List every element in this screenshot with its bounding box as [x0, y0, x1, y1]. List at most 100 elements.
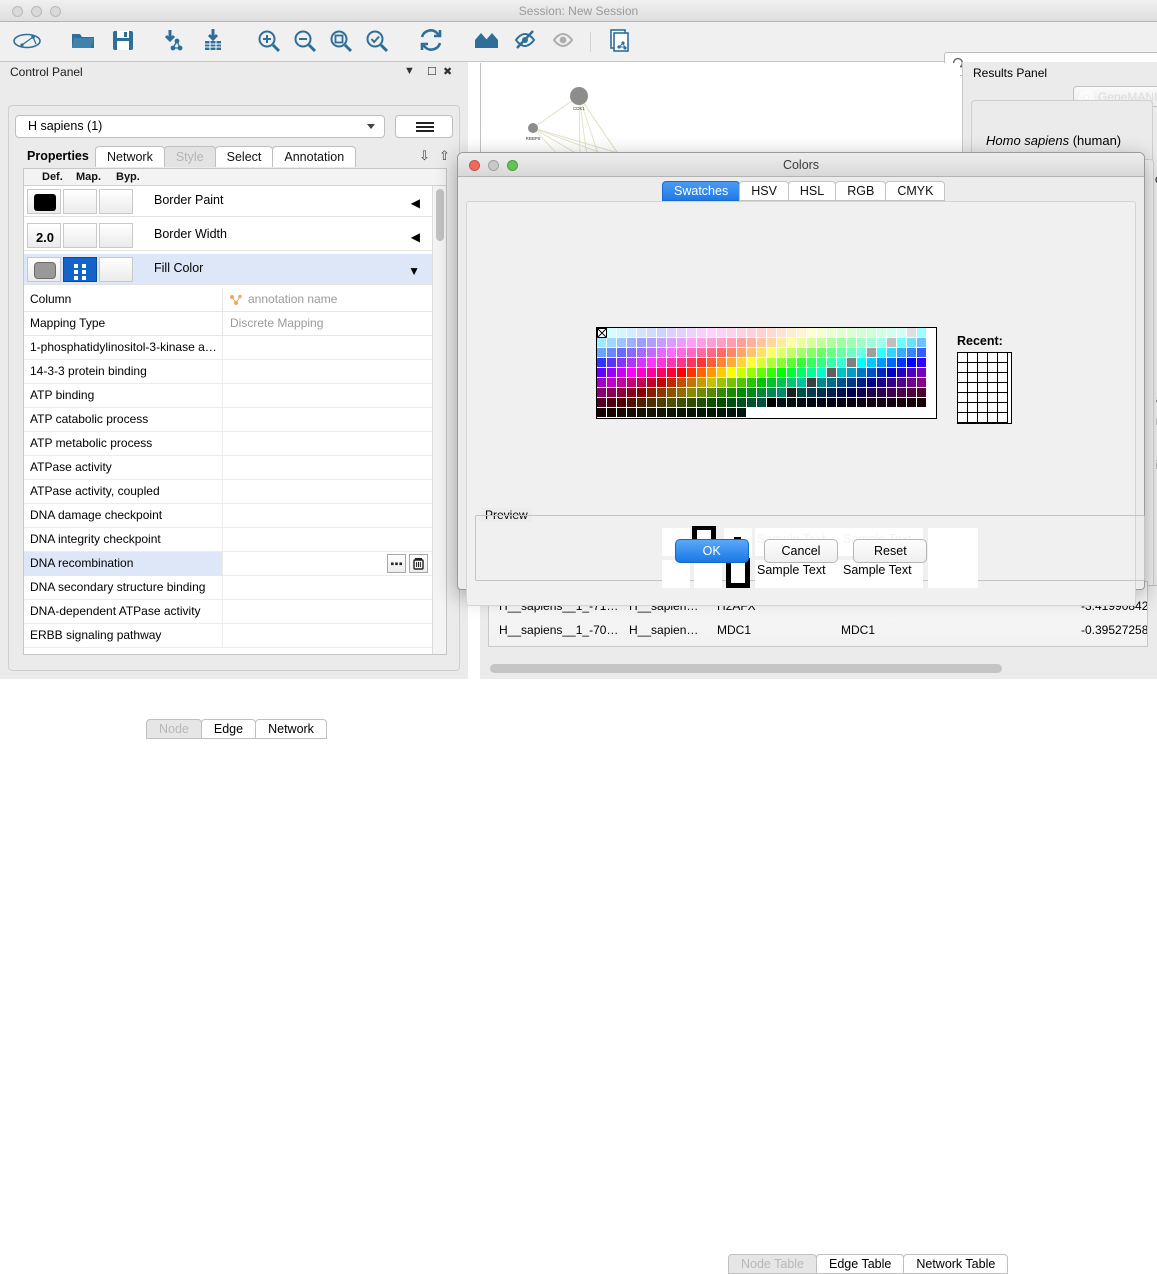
- color-swatch[interactable]: [707, 398, 717, 408]
- color-swatch[interactable]: [607, 388, 617, 398]
- colors-dialog[interactable]: Colors SwatchesHSVHSLRGBCMYK Recent: Pre…: [457, 152, 1145, 590]
- color-swatch[interactable]: [917, 348, 927, 358]
- color-swatch[interactable]: [697, 388, 707, 398]
- color-swatch[interactable]: [647, 358, 657, 368]
- visual-property-row[interactable]: Border Paint ◀: [24, 186, 432, 217]
- import-table-icon[interactable]: [196, 26, 230, 58]
- color-swatch[interactable]: [597, 358, 607, 368]
- color-swatch[interactable]: [837, 348, 847, 358]
- color-swatch[interactable]: [657, 358, 667, 368]
- color-swatch[interactable]: [747, 348, 757, 358]
- color-swatch[interactable]: [837, 338, 847, 348]
- color-swatch[interactable]: [767, 398, 777, 408]
- color-swatch[interactable]: [677, 328, 687, 338]
- color-swatch[interactable]: [747, 328, 757, 338]
- recent-color-swatch[interactable]: [968, 373, 978, 383]
- color-swatch[interactable]: [737, 408, 747, 418]
- color-swatch[interactable]: [607, 328, 617, 338]
- color-swatch[interactable]: [677, 408, 687, 418]
- color-swatch[interactable]: [727, 348, 737, 358]
- color-swatch[interactable]: [667, 368, 677, 378]
- color-swatch[interactable]: [867, 378, 877, 388]
- open-folder-icon[interactable]: [66, 26, 100, 58]
- color-swatch-grid[interactable]: [596, 327, 937, 419]
- color-swatch[interactable]: [907, 328, 917, 338]
- reset-button[interactable]: Reset: [853, 539, 927, 563]
- table-row[interactable]: H__sapiens__1_-70… H__sapien… MDC1 MDC1 …: [489, 619, 1148, 643]
- color-swatch[interactable]: [877, 328, 887, 338]
- color-swatch[interactable]: [647, 398, 657, 408]
- color-swatch[interactable]: [707, 348, 717, 358]
- color-swatch[interactable]: [717, 368, 727, 378]
- cancel-button[interactable]: Cancel: [764, 539, 838, 563]
- color-swatch[interactable]: [727, 358, 737, 368]
- color-swatch[interactable]: [917, 378, 927, 388]
- recent-color-swatch[interactable]: [978, 363, 988, 373]
- color-swatch[interactable]: [747, 378, 757, 388]
- list-item[interactable]: 14-3-3 protein binding: [24, 360, 432, 384]
- color-swatch[interactable]: [727, 328, 737, 338]
- recent-color-swatch[interactable]: [978, 373, 988, 383]
- color-swatch[interactable]: [817, 328, 827, 338]
- panel-close-icon[interactable]: ✖: [443, 65, 452, 78]
- color-swatch[interactable]: [817, 388, 827, 398]
- color-swatch[interactable]: [757, 368, 767, 378]
- color-swatch[interactable]: [837, 328, 847, 338]
- visual-property-row-fill-color[interactable]: Fill Color ▼: [24, 254, 432, 285]
- border-paint-default-swatch[interactable]: [27, 189, 61, 214]
- color-swatch[interactable]: [627, 368, 637, 378]
- color-swatch[interactable]: [727, 388, 737, 398]
- color-swatch[interactable]: [617, 368, 627, 378]
- color-swatch[interactable]: [907, 348, 917, 358]
- ok-button[interactable]: OK: [675, 539, 749, 563]
- delete-icon[interactable]: [409, 554, 428, 573]
- color-swatch[interactable]: [607, 368, 617, 378]
- color-swatch[interactable]: [597, 388, 607, 398]
- color-swatch[interactable]: [627, 398, 637, 408]
- color-swatch[interactable]: [817, 358, 827, 368]
- color-swatch[interactable]: [897, 388, 907, 398]
- table-row[interactable]: H__sapiens__1_-71… H__sapien… CHEK1 CHEK…: [489, 643, 1148, 647]
- color-swatch[interactable]: [857, 348, 867, 358]
- color-swatch[interactable]: [817, 338, 827, 348]
- color-swatch[interactable]: [847, 338, 857, 348]
- color-swatch[interactable]: [677, 348, 687, 358]
- color-swatch[interactable]: [697, 338, 707, 348]
- color-swatch[interactable]: [717, 388, 727, 398]
- color-swatch[interactable]: [887, 348, 897, 358]
- zoom-fit-icon[interactable]: [324, 26, 358, 58]
- color-swatch[interactable]: [857, 378, 867, 388]
- color-swatch[interactable]: [707, 388, 717, 398]
- color-swatch[interactable]: [697, 358, 707, 368]
- tab-node[interactable]: Node: [146, 719, 202, 739]
- recent-color-swatch[interactable]: [998, 403, 1008, 413]
- color-swatch[interactable]: [667, 358, 677, 368]
- zoom-in-icon[interactable]: [252, 26, 286, 58]
- recent-color-swatch[interactable]: [978, 413, 988, 423]
- color-swatch[interactable]: [667, 388, 677, 398]
- color-swatch[interactable]: [607, 338, 617, 348]
- color-swatch[interactable]: [897, 338, 907, 348]
- color-swatch[interactable]: [657, 348, 667, 358]
- color-swatch[interactable]: [737, 398, 747, 408]
- color-swatch[interactable]: [747, 368, 757, 378]
- color-swatch[interactable]: [917, 368, 927, 378]
- expand-arrow-icon[interactable]: ▼: [408, 264, 420, 278]
- color-swatch[interactable]: [687, 378, 697, 388]
- color-swatch[interactable]: [607, 358, 617, 368]
- color-swatch[interactable]: [687, 348, 697, 358]
- color-swatch[interactable]: [657, 388, 667, 398]
- color-swatch[interactable]: [827, 388, 837, 398]
- color-swatch[interactable]: [737, 378, 747, 388]
- export-image-icon[interactable]: [602, 26, 636, 58]
- recent-color-swatch[interactable]: [958, 413, 968, 423]
- color-swatch[interactable]: [677, 378, 687, 388]
- recent-color-swatch[interactable]: [958, 373, 968, 383]
- color-swatch[interactable]: [697, 378, 707, 388]
- color-swatch[interactable]: [907, 378, 917, 388]
- color-swatch[interactable]: [647, 378, 657, 388]
- color-swatch[interactable]: [637, 408, 647, 418]
- color-swatch[interactable]: [897, 398, 907, 408]
- list-item[interactable]: ATP catabolic process: [24, 408, 432, 432]
- scrollbar-thumb[interactable]: [490, 664, 1002, 673]
